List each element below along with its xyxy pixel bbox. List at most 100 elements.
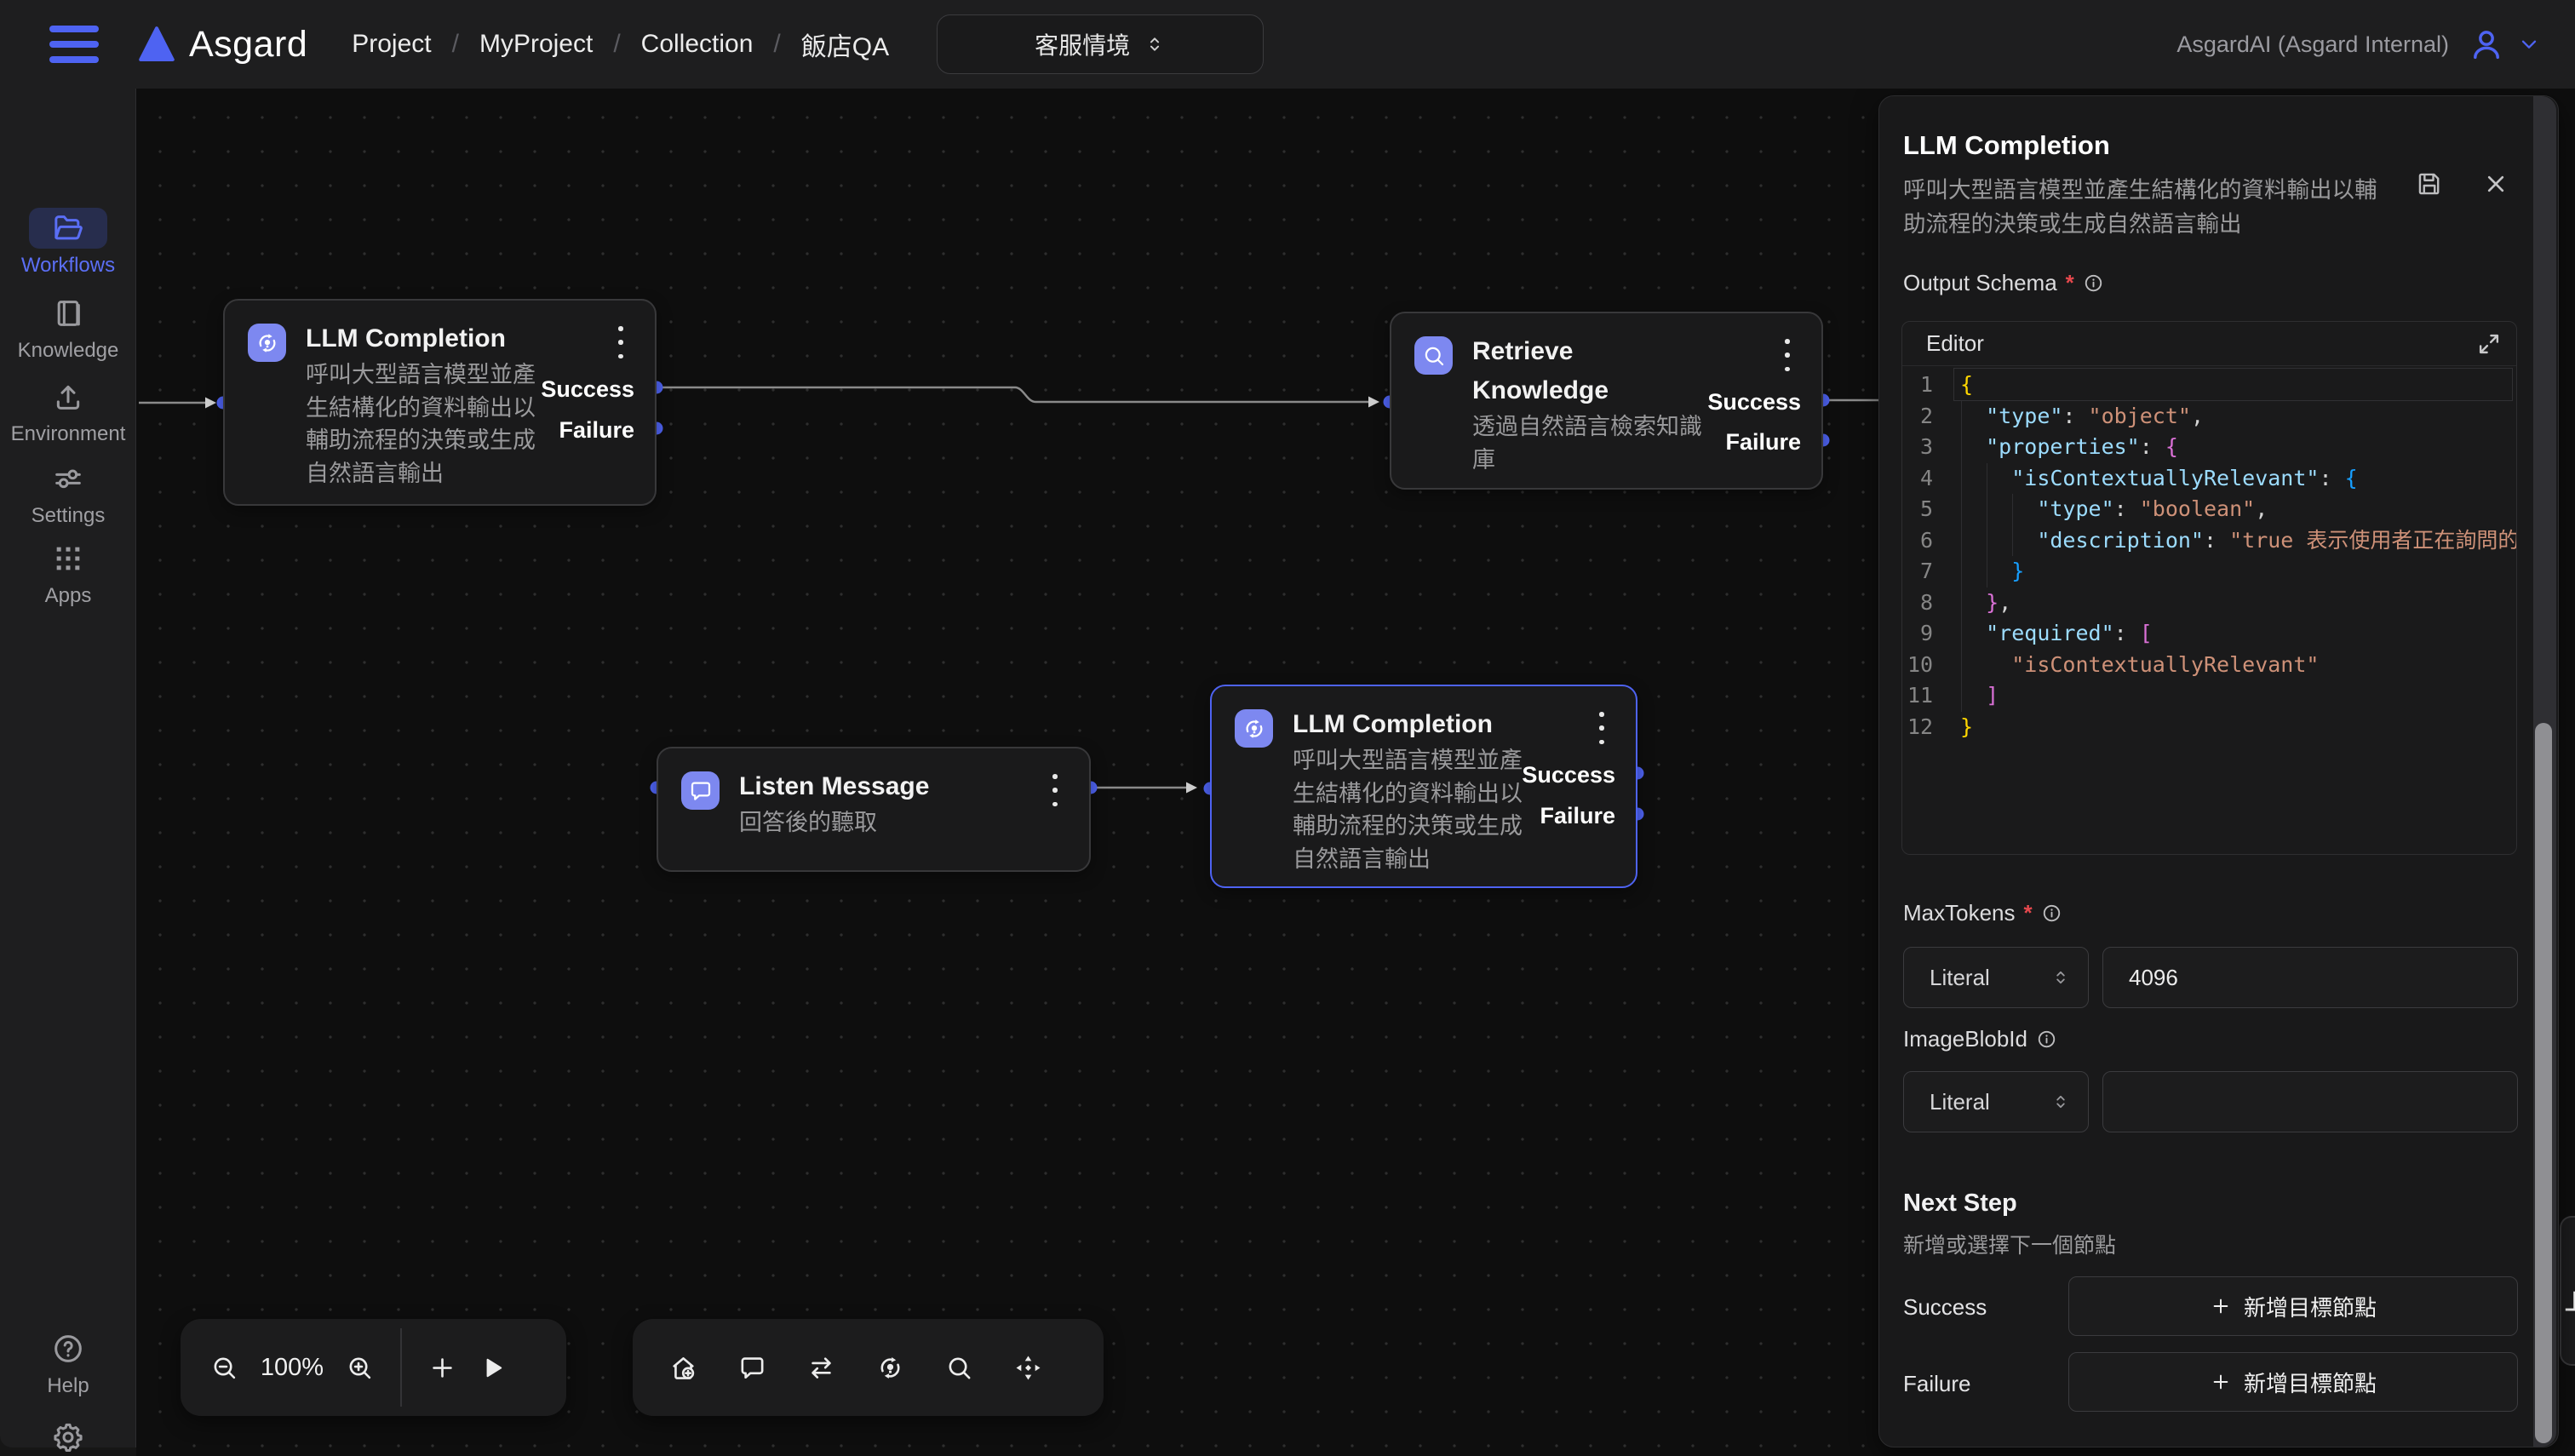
expand-editor-button[interactable] (2475, 330, 2503, 358)
topbar: Asgard Project/MyProject/Collection/飯店QA… (0, 0, 2575, 89)
code-line-5: 5 "type": "boolean", (1902, 494, 2516, 525)
editor-header: Editor (1902, 322, 2516, 366)
select-chevrons-icon (2050, 967, 2071, 988)
sidebar-item-settings[interactable]: Settings (0, 458, 136, 528)
sidebar-item-workflows[interactable]: Workflows (0, 208, 136, 278)
panel-scrollbar-track[interactable] (2533, 96, 2556, 1447)
code-line-11: 11 ] (1902, 680, 2516, 712)
sidebar-item-label: Workflows (21, 254, 115, 278)
close-panel-button[interactable] (2481, 169, 2510, 198)
next-step-title: Next Step (1903, 1189, 2017, 1218)
imageblobid-mode-select[interactable]: Literal (1903, 1071, 2089, 1132)
zoom-level: 100% (260, 1354, 324, 1382)
sidebar-item-pill (29, 458, 107, 499)
output-port-label-failure: Failure (1725, 428, 1801, 456)
sidebar-item-pill (29, 293, 107, 334)
run-workflow-button[interactable] (478, 1353, 508, 1383)
panel-description: 呼叫大型語言模型並產生結構化的資料輸出以輔助流程的決策或生成自然語言輸出 (1903, 173, 2399, 241)
add-target-node-button-success[interactable]: 新增目標節點 (2068, 1276, 2518, 1336)
workflow-node-listen-message[interactable]: Listen Message回答後的聽取 (657, 747, 1091, 872)
sidebar-item-workspace[interactable]: Workspace (0, 1417, 136, 1456)
add-target-node-button-failure[interactable]: 新增目標節點 (2068, 1352, 2518, 1412)
maxtokens-value-input[interactable]: 4096 (2102, 947, 2518, 1008)
line-number: 10 (1902, 650, 1933, 681)
breadcrumb: Project/MyProject/Collection/飯店QA (352, 26, 889, 63)
clipped-node-fragment[interactable]: 上下文 (2560, 1216, 2575, 1366)
line-number: 4 (1902, 463, 1933, 495)
panel-scrollbar-thumb[interactable] (2535, 723, 2552, 1443)
node-title: Listen Message (739, 767, 943, 806)
swap-icon (806, 1353, 836, 1383)
node-title: LLM Completion (1293, 705, 1497, 744)
workflow-node-llm-completion-2[interactable]: LLM Completion呼叫大型語言模型並產生結構化的資料輸出以輔助流程的決… (1210, 685, 1637, 888)
node-type-badge (248, 324, 286, 362)
sidebar-item-knowledge[interactable]: Knowledge (0, 293, 136, 363)
llm-icon (875, 1353, 905, 1383)
field-label: ImageBlobId (1903, 1026, 2027, 1052)
maxtokens-label-row: MaxTokens* (1903, 900, 2062, 926)
sidebar-item-label: Settings (32, 504, 106, 528)
info-icon[interactable] (2036, 1029, 2057, 1050)
editor-label: Editor (1926, 330, 1984, 357)
zoom-in-button[interactable] (345, 1353, 375, 1383)
comment-tool-button[interactable] (737, 1353, 767, 1383)
workflow-node-retrieve-knowledge[interactable]: Retrieve Knowledge透過自然語言檢索知識庫SuccessFail… (1390, 312, 1823, 490)
breadcrumb-item-0[interactable]: Project (352, 30, 431, 59)
breadcrumb-separator: / (452, 30, 459, 59)
house-plus-icon (668, 1353, 698, 1383)
hamburger-menu-button[interactable] (49, 26, 99, 63)
account-chevron-down-icon[interactable] (2517, 32, 2541, 56)
node-type-badge (681, 771, 720, 810)
sidebar: Workflows Knowledge Environment Settings App… (0, 89, 136, 1447)
schema-editor: Editor 1{2 "type": "object",3 "propertie… (1901, 321, 2517, 855)
mode-select-value: Literal (1930, 1089, 2050, 1115)
workflow-node-llm-completion-1[interactable]: LLM Completion呼叫大型語言模型並產生結構化的資料輸出以輔助流程的決… (223, 299, 657, 506)
line-number: 2 (1902, 401, 1933, 433)
toolbar-divider (400, 1328, 402, 1407)
add-button[interactable] (427, 1353, 457, 1383)
breadcrumb-item-1[interactable]: MyProject (479, 30, 593, 59)
node-tools-toolbar (633, 1319, 1104, 1416)
add-node-button[interactable] (668, 1353, 698, 1383)
apps-icon (51, 542, 85, 576)
schema-code-editor[interactable]: 1{2 "type": "object",3 "properties": {4 … (1902, 370, 2516, 854)
sidebar-item-pill (29, 1417, 107, 1456)
node-menu-button[interactable] (1782, 339, 1792, 371)
next-step-label-failure: Failure (1903, 1371, 1970, 1397)
sidebar-item-help[interactable]: Help (0, 1328, 136, 1398)
imageblobid-label-row: ImageBlobId (1903, 1026, 2057, 1052)
required-asterisk: * (2066, 270, 2074, 296)
swap-tool-button[interactable] (806, 1353, 836, 1383)
environment-selector[interactable]: 客服情境 (937, 14, 1264, 74)
node-menu-button[interactable] (1597, 712, 1607, 744)
search-tool-button[interactable] (944, 1353, 974, 1383)
zoom-out-button[interactable] (209, 1353, 239, 1383)
node-title: LLM Completion (306, 319, 510, 358)
line-number: 6 (1902, 525, 1933, 557)
line-number: 11 (1902, 680, 1933, 712)
move-tool-button[interactable] (1013, 1353, 1043, 1383)
llm-tool-button[interactable] (875, 1353, 905, 1383)
account-label: AsgardAI (Asgard Internal) (2176, 32, 2449, 58)
node-description: 呼叫大型語言模型並產生結構化的資料輸出以輔助流程的決策或生成自然語言輸出 (306, 358, 536, 490)
imageblobid-value-input[interactable] (2102, 1071, 2518, 1132)
sidebar-item-environment[interactable]: Environment (0, 376, 136, 446)
output-port-label-success: Success (1707, 388, 1801, 416)
code-line-8: 8 }, (1902, 588, 2516, 619)
field-label: MaxTokens (1903, 900, 2016, 926)
node-menu-button[interactable] (1050, 774, 1060, 806)
output-schema-label-row: Output Schema * (1903, 270, 2104, 296)
sidebar-item-apps[interactable]: Apps (0, 538, 136, 608)
mode-select-value: Literal (1930, 965, 2050, 991)
maxtokens-mode-select[interactable]: Literal (1903, 947, 2089, 1008)
info-icon[interactable] (2083, 272, 2104, 294)
clipped-node-text: 上下文 (2565, 1286, 2575, 1316)
info-icon[interactable] (2041, 903, 2062, 924)
save-button[interactable] (2415, 169, 2444, 198)
node-menu-button[interactable] (616, 326, 626, 358)
asgard-logo-icon (136, 22, 177, 66)
select-chevrons-icon (2050, 1092, 2071, 1112)
breadcrumb-item-2[interactable]: Collection (641, 30, 754, 59)
user-icon[interactable] (2468, 26, 2505, 63)
breadcrumb-item-3[interactable]: 飯店QA (801, 26, 889, 63)
